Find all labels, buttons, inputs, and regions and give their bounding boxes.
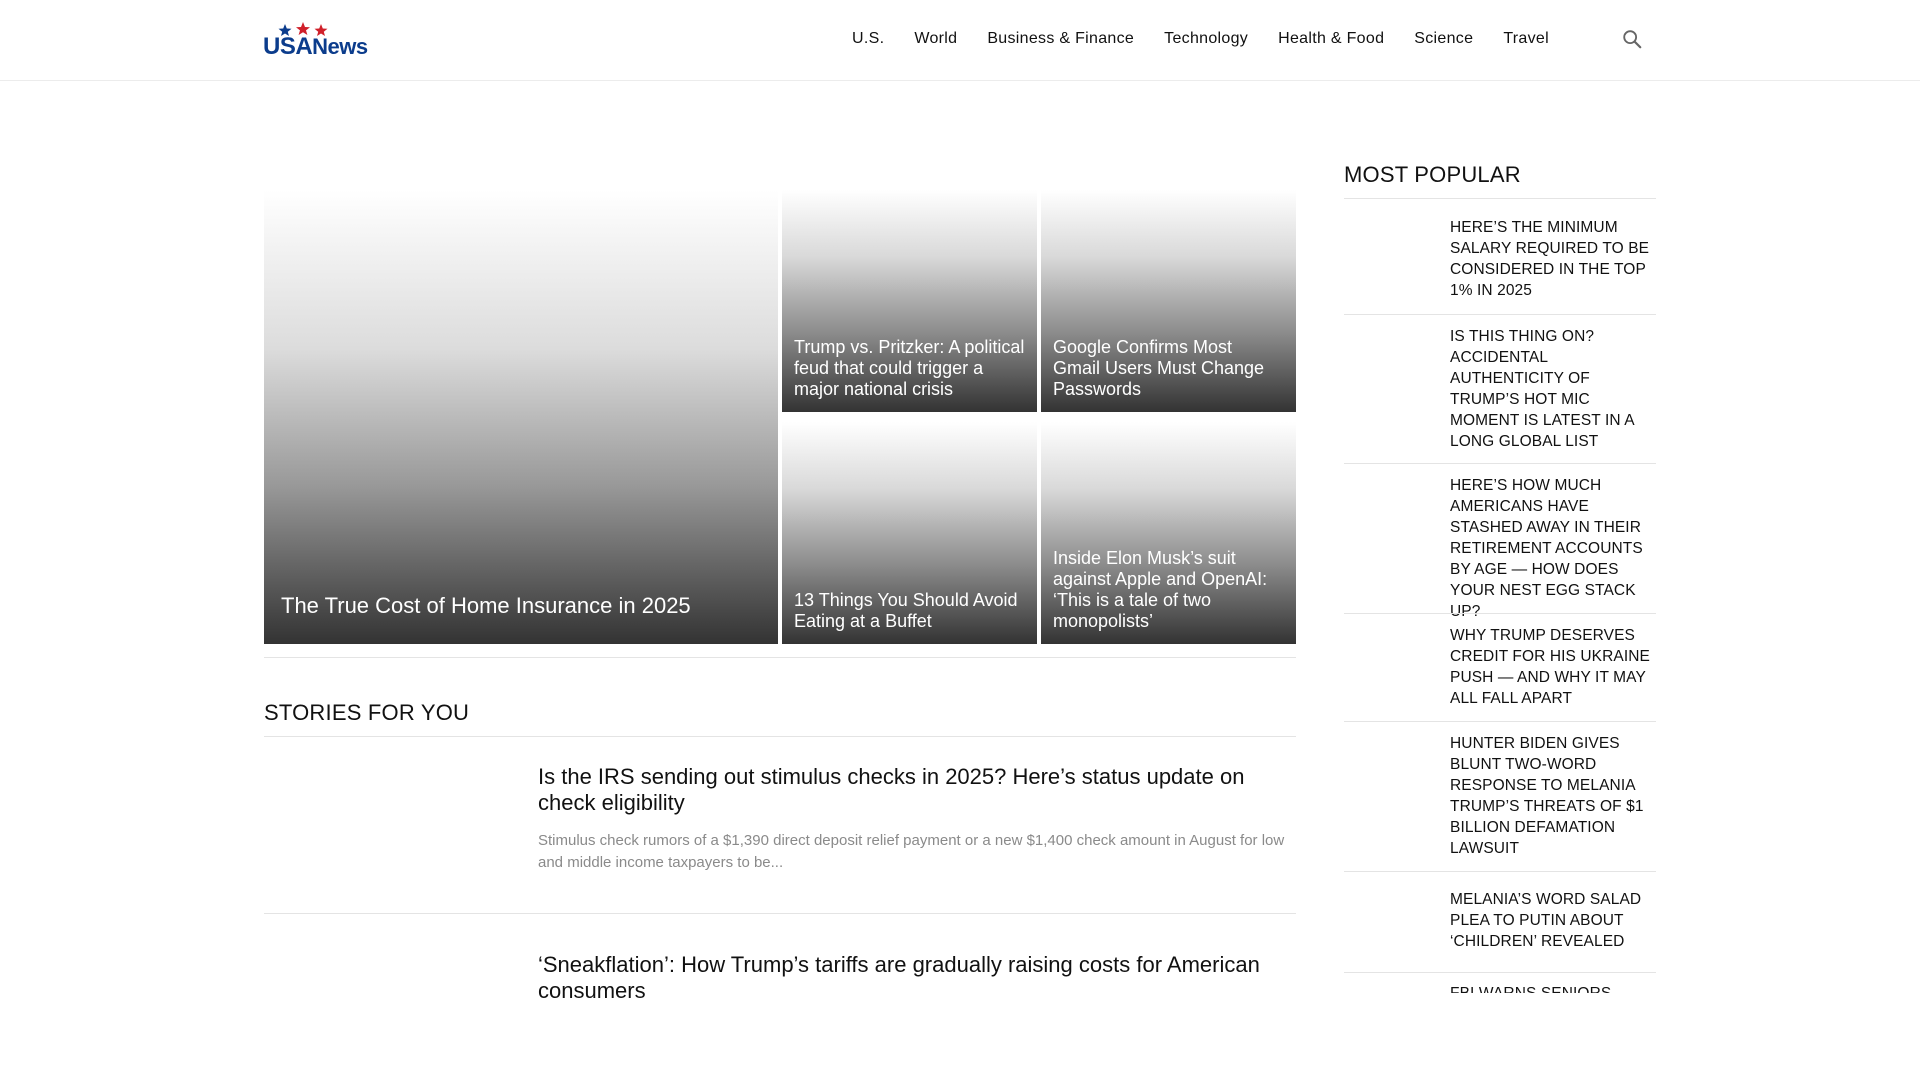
divider — [264, 913, 1296, 914]
popular-thumbnail[interactable] — [1344, 326, 1434, 386]
popular-thumbnail[interactable] — [1344, 889, 1434, 949]
popular-title[interactable]: Melania’s word salad plea to Putin about… — [1450, 889, 1656, 952]
divider — [264, 657, 1296, 658]
divider — [1344, 871, 1656, 872]
popular-item[interactable]: Here’s how much Americans have stashed a… — [1344, 475, 1656, 620]
logo-news: News — [312, 34, 368, 59]
popular-item[interactable]: Here’s the minimum salary required to be… — [1344, 217, 1656, 303]
site-header: USANews U.S. World Business & Finance Te… — [0, 0, 1920, 81]
popular-title[interactable]: Here’s the minimum salary required to be… — [1450, 217, 1656, 301]
story-title[interactable]: Is the IRS sending out stimulus checks i… — [538, 764, 1296, 816]
logo-usa: USA — [263, 33, 313, 60]
hero-tile-title: Inside Elon Musk’s suit against Apple an… — [1053, 548, 1268, 631]
hero-tile-article[interactable]: Google Confirms Most Gmail Users Must Ch… — [1041, 190, 1296, 412]
hero-main-title: The True Cost of Home Insurance in 2025 — [281, 593, 691, 618]
hero-tile-article[interactable]: 13 Things You Should Avoid Eating at a B… — [782, 422, 1037, 644]
popular-title[interactable]: Why Trump deserves credit for his Ukrain… — [1450, 625, 1656, 709]
main-nav: U.S. World Business & Finance Technology… — [852, 29, 1579, 49]
hero-tile-article[interactable]: Trump vs. Pritzker: A political feud tha… — [782, 190, 1037, 412]
stories-heading: STORIES FOR YOU — [264, 700, 470, 725]
divider — [1344, 198, 1656, 199]
popular-item[interactable]: Hunter Biden gives blunt two-word respon… — [1344, 733, 1656, 859]
nav-science[interactable]: Science — [1414, 29, 1473, 49]
hero-tile-title: Google Confirms Most Gmail Users Must Ch… — [1053, 337, 1265, 399]
hero-main-article[interactable]: The True Cost of Home Insurance in 2025 — [264, 190, 778, 644]
nav-technology[interactable]: Technology — [1164, 29, 1248, 49]
popular-thumbnail[interactable] — [1344, 733, 1434, 793]
logo-wordmark: USANews — [263, 34, 368, 60]
nav-world[interactable]: World — [914, 29, 957, 49]
popular-item[interactable]: Why Trump deserves credit for his Ukrain… — [1344, 625, 1656, 711]
popular-thumbnail[interactable] — [1344, 625, 1434, 685]
nav-business-finance[interactable]: Business & Finance — [987, 29, 1134, 49]
nav-health-food[interactable]: Health & Food — [1278, 29, 1384, 49]
story-excerpt: Stimulus check rumors of a $1,390 direct… — [538, 832, 1285, 871]
divider — [264, 736, 1296, 737]
most-popular-heading: MOST POPULAR — [1344, 162, 1521, 187]
popular-title[interactable]: Is this thing on? Accidental authenticit… — [1450, 326, 1656, 452]
hero-tile-title: Trump vs. Pritzker: A political feud tha… — [794, 337, 1025, 399]
story-title[interactable]: ‘Sneakflation’: How Trump’s tariffs are … — [538, 952, 1296, 1004]
popular-thumbnail[interactable] — [1344, 217, 1434, 277]
popular-title[interactable]: Here’s how much Americans have stashed a… — [1450, 475, 1656, 622]
divider — [1344, 463, 1656, 464]
popular-item[interactable]: FBI warns seniors — [1344, 983, 1656, 993]
hero-grid: The True Cost of Home Insurance in 2025 … — [264, 190, 1296, 644]
story-item[interactable]: ‘Sneakflation’: How Trump’s tariffs are … — [264, 952, 1296, 1092]
story-thumbnail[interactable] — [264, 952, 514, 1092]
divider — [1344, 972, 1656, 973]
divider — [1344, 613, 1656, 614]
popular-thumbnail[interactable] — [1344, 475, 1434, 535]
popular-title[interactable]: Hunter Biden gives blunt two-word respon… — [1450, 733, 1656, 859]
story-item[interactable]: Is the IRS sending out stimulus checks i… — [264, 764, 1296, 904]
divider — [1344, 721, 1656, 722]
divider — [1344, 314, 1656, 315]
popular-title[interactable]: FBI warns seniors — [1450, 983, 1656, 993]
popular-item[interactable]: Is this thing on? Accidental authenticit… — [1344, 326, 1656, 452]
popular-thumbnail[interactable] — [1344, 983, 1434, 993]
hero-tile-article[interactable]: Inside Elon Musk’s suit against Apple an… — [1041, 422, 1296, 644]
search-icon[interactable] — [1621, 28, 1643, 50]
hero-tile-title: 13 Things You Should Avoid Eating at a B… — [794, 590, 1018, 631]
popular-item[interactable]: Melania’s word salad plea to Putin about… — [1344, 889, 1656, 955]
story-thumbnail[interactable] — [264, 764, 514, 904]
site-logo[interactable]: USANews — [263, 22, 373, 60]
nav-travel[interactable]: Travel — [1503, 29, 1549, 49]
nav-us[interactable]: U.S. — [852, 29, 884, 49]
